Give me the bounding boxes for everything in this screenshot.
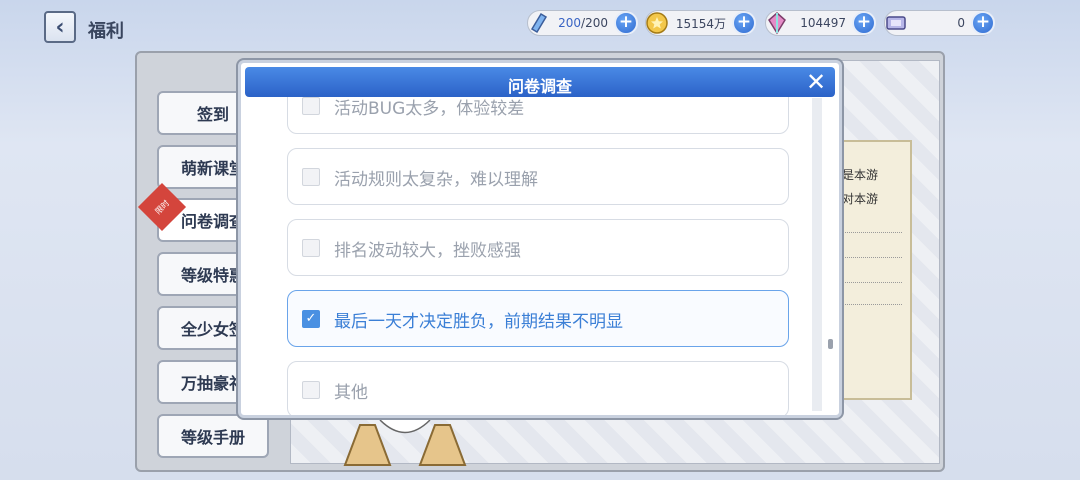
survey-option[interactable]: 排名波动较大，挫败感强	[287, 219, 789, 276]
gem-counter: 104497 +	[762, 8, 876, 38]
checkbox[interactable]	[302, 381, 320, 399]
ticket-counter: 0 +	[881, 8, 995, 38]
add-stamina-button[interactable]: +	[614, 11, 638, 35]
ticket-icon	[881, 8, 911, 38]
checkbox[interactable]	[302, 97, 320, 115]
back-button[interactable]: ‹	[44, 11, 76, 43]
sidebar-item-label: 等级手册	[180, 428, 245, 447]
survey-option-label: 活动BUG太多，体验较差	[334, 99, 525, 119]
sidebar-item-label: 问卷调查	[180, 212, 245, 231]
coin-value: 15154万	[675, 16, 726, 31]
gem-value: 104497	[800, 16, 846, 30]
notice-card: 是本游 对本游	[830, 140, 912, 400]
survey-option[interactable]: 其他	[287, 361, 789, 415]
survey-option[interactable]: 活动规则太复杂，难以理解	[287, 148, 789, 205]
survey-option-label: 其他	[334, 383, 368, 403]
scrollbar-track[interactable]	[812, 98, 822, 411]
add-ticket-button[interactable]: +	[971, 11, 995, 35]
divider	[842, 304, 902, 305]
stamina-icon	[524, 8, 554, 38]
add-gem-button[interactable]: +	[852, 11, 876, 35]
scrollbar-thumb[interactable]	[828, 339, 833, 349]
sidebar-item-label: 签到	[196, 105, 229, 124]
close-icon: ✕	[805, 68, 827, 96]
sidebar-item-label: 萌新课堂	[180, 159, 245, 178]
survey-dialog: 问卷调查 ✕ 活动BUG太多，体验较差 活动规则太复杂，难以理解 排名波动较大，…	[238, 60, 842, 418]
divider	[842, 257, 902, 258]
stamina-counter: 200/200 +	[524, 8, 638, 38]
checkbox-checked[interactable]: ✓	[302, 310, 320, 328]
survey-option-selected[interactable]: ✓ 最后一天才决定胜负，前期结果不明显	[287, 290, 789, 347]
coin-counter: 15154万 +	[642, 8, 756, 38]
dialog-header: 问卷调查 ✕	[245, 67, 835, 97]
survey-option-label: 活动规则太复杂，难以理解	[334, 170, 538, 190]
divider	[842, 232, 902, 233]
check-icon: ✓	[305, 311, 317, 326]
dialog-title: 问卷调查	[507, 77, 572, 96]
notice-line: 是本游	[842, 168, 879, 182]
badge-label: 限时	[153, 198, 171, 216]
coin-icon	[642, 8, 672, 38]
sidebar-item-label: 万抽豪礼	[180, 374, 245, 393]
sidebar-item-label: 等级特惠	[180, 266, 245, 285]
stamina-value: 200	[558, 16, 582, 30]
survey-options-list[interactable]: 活动BUG太多，体验较差 活动规则太复杂，难以理解 排名波动较大，挫败感强 ✓ …	[255, 97, 825, 415]
notice-line: 对本游	[842, 192, 879, 206]
ticket-value: 0	[957, 16, 965, 30]
mascot-feet-image	[343, 419, 467, 466]
sidebar-item-label: 全少女签	[180, 320, 245, 339]
sidebar-item-level-book[interactable]: 等级手册	[157, 414, 269, 458]
chevron-left-icon: ‹	[55, 14, 65, 40]
gem-icon	[762, 8, 792, 38]
add-coin-button[interactable]: +	[732, 11, 756, 35]
divider	[842, 282, 902, 283]
survey-option[interactable]: 活动BUG太多，体验较差	[287, 97, 789, 134]
close-button[interactable]: ✕	[803, 69, 829, 95]
checkbox[interactable]	[302, 168, 320, 186]
page-title: 福利	[88, 21, 124, 42]
checkbox[interactable]	[302, 239, 320, 257]
survey-option-label: 排名波动较大，挫败感强	[334, 241, 521, 261]
stamina-max: /200	[581, 16, 608, 30]
survey-option-label: 最后一天才决定胜负，前期结果不明显	[334, 312, 623, 332]
